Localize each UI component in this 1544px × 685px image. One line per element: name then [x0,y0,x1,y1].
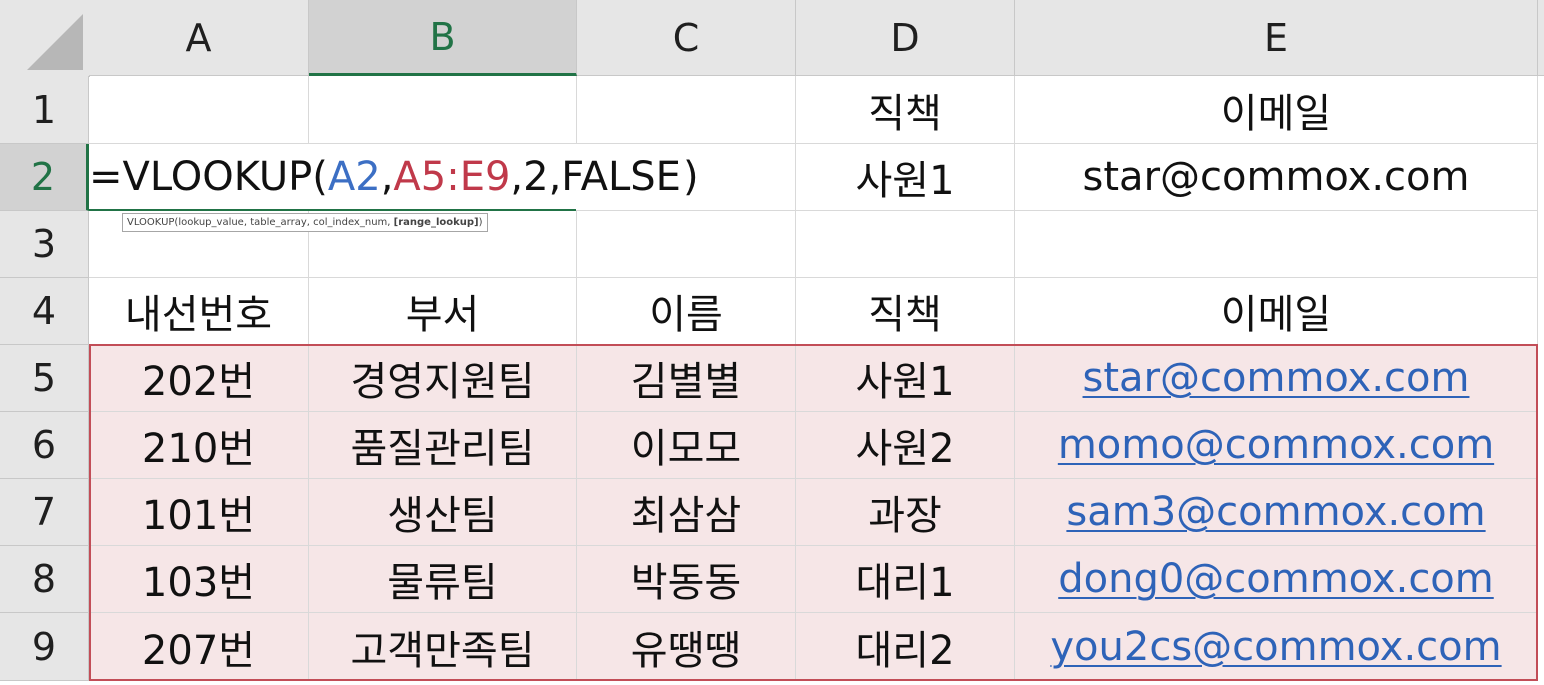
cell-b6[interactable]: 품질관리팀 [309,412,577,479]
formula-ref-lookup-value: A2 [327,154,381,200]
cell-b5[interactable]: 경영지원팀 [309,345,577,412]
row-header-8[interactable]: 8 [0,546,89,613]
cell-c6[interactable]: 이모모 [577,412,796,479]
cell-c8[interactable]: 박동동 [577,546,796,613]
cell-d1[interactable]: 직책 [796,76,1015,144]
cell-d2[interactable]: 사원1 [796,144,1015,211]
edit-cell-underline [89,209,576,211]
cell-a4[interactable]: 내선번호 [89,278,309,345]
cell-b1[interactable] [309,76,577,144]
row-header-7[interactable]: 7 [0,479,89,546]
cell-e2[interactable]: star@commox.com [1015,144,1538,211]
row-header-9[interactable]: 9 [0,613,89,681]
cell-c7[interactable]: 최삼삼 [577,479,796,546]
cell-e8[interactable]: dong0@commox.com [1015,546,1538,613]
formula-args: ,2,FALSE [510,154,681,200]
cell-c5[interactable]: 김별별 [577,345,796,412]
column-header-e[interactable]: E [1015,0,1538,76]
cell-a6[interactable]: 210번 [89,412,309,479]
spreadsheet: A B C D E 1 2 3 4 5 6 7 8 9 직책 이메일 사원1 s… [0,0,1544,685]
cell-c9[interactable]: 유땡땡 [577,613,796,681]
cell-b8[interactable]: 물류팀 [309,546,577,613]
cell-d3[interactable] [796,211,1015,278]
column-header-a[interactable]: A [89,0,309,76]
email-link[interactable]: dong0@commox.com [1058,556,1494,602]
row-header-6[interactable]: 6 [0,412,89,479]
select-all-icon [27,14,83,70]
cell-c1[interactable] [577,76,796,144]
row-header-5[interactable]: 5 [0,345,89,412]
cell-b7[interactable]: 생산팀 [309,479,577,546]
cell-d9[interactable]: 대리2 [796,613,1015,681]
tooltip-close-paren: ) [478,217,483,228]
cell-d8[interactable]: 대리1 [796,546,1015,613]
row-header-1[interactable]: 1 [0,76,89,144]
tooltip-args: VLOOKUP(lookup_value, table_array, col_i… [127,217,394,228]
row-header-3[interactable]: 3 [0,211,89,278]
tooltip-optional-arg[interactable]: [range_lookup] [394,217,479,228]
column-header-d[interactable]: D [796,0,1015,76]
column-header-c[interactable]: C [577,0,796,76]
column-header-b[interactable]: B [309,0,577,76]
email-link[interactable]: you2cs@commox.com [1050,624,1501,670]
cell-a8[interactable]: 103번 [89,546,309,613]
cell-c3[interactable] [577,211,796,278]
email-link[interactable]: momo@commox.com [1058,422,1494,468]
cell-a1[interactable] [89,76,309,144]
row-header-2[interactable]: 2 [0,144,89,211]
function-tooltip[interactable]: VLOOKUP(lookup_value, table_array, col_i… [122,213,488,232]
cell-e9[interactable]: you2cs@commox.com [1015,613,1538,681]
cell-b9[interactable]: 고객만족팀 [309,613,577,681]
email-link[interactable]: sam3@commox.com [1066,489,1485,535]
formula-prefix: =VLOOKUP( [89,154,328,200]
cell-e4[interactable]: 이메일 [1015,278,1538,345]
cell-d4[interactable]: 직책 [796,278,1015,345]
cell-a5[interactable]: 202번 [89,345,309,412]
cell-e7[interactable]: sam3@commox.com [1015,479,1538,546]
cell-d5[interactable]: 사원1 [796,345,1015,412]
select-all-button[interactable] [0,0,90,77]
cell-a7[interactable]: 101번 [89,479,309,546]
cell-e6[interactable]: momo@commox.com [1015,412,1538,479]
column-header-f[interactable] [1538,0,1544,76]
cell-d7[interactable]: 과장 [796,479,1015,546]
cell-e3[interactable] [1015,211,1538,278]
email-link[interactable]: star@commox.com [1083,355,1470,401]
cell-e5[interactable]: star@commox.com [1015,345,1538,412]
cell-d6[interactable]: 사원2 [796,412,1015,479]
formula-suffix: ) [682,154,699,200]
cell-c4[interactable]: 이름 [577,278,796,345]
formula-editor[interactable]: =VLOOKUP(A2, A5:E9,2,FALSE) [89,144,699,210]
cell-e1[interactable]: 이메일 [1015,76,1538,144]
cell-b4[interactable]: 부서 [309,278,577,345]
formula-separator: , [380,154,394,200]
row-header-4[interactable]: 4 [0,278,89,345]
cell-a9[interactable]: 207번 [89,613,309,681]
formula-ref-table-array: A5:E9 [393,154,511,200]
